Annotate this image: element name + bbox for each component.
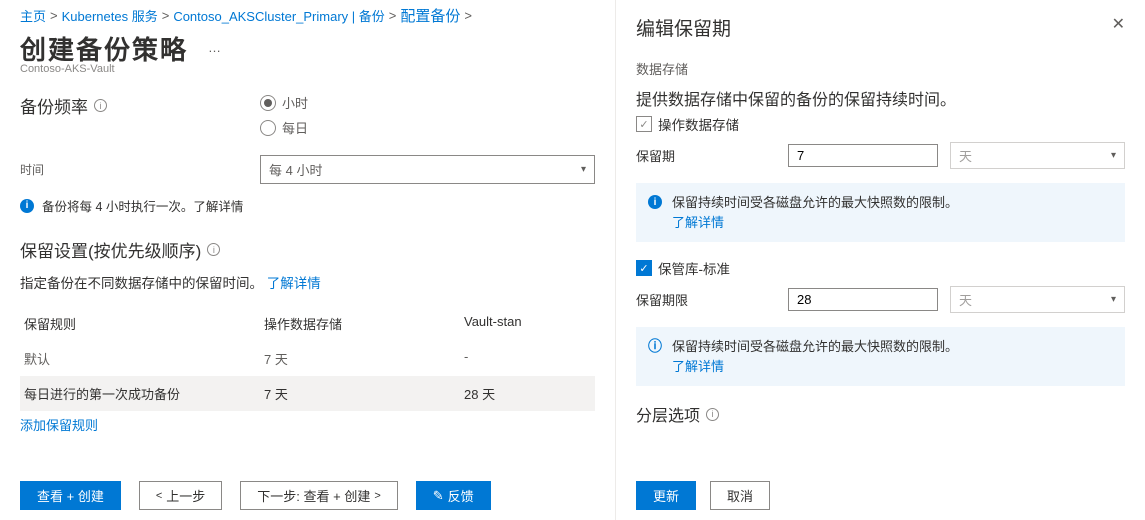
breadcrumb-k8s[interactable]: Kubernetes 服务 xyxy=(62,6,158,25)
blade-title: 编辑保留期 xyxy=(636,14,731,41)
breadcrumb-sep: > xyxy=(464,8,472,23)
breadcrumb-cluster[interactable]: Contoso_AKSCluster_Primary | 备份 xyxy=(173,6,384,25)
radio-hourly[interactable]: 小时 xyxy=(260,93,308,112)
time-label: 时间 xyxy=(20,161,260,178)
table-row[interactable]: 每日进行的第一次成功备份 7 天 28 天 xyxy=(20,376,595,411)
breadcrumb-sep: > xyxy=(389,8,397,23)
learn-more-link[interactable]: 了解详情 xyxy=(672,359,724,374)
breadcrumb: 主页 > Kubernetes 服务 > Contoso_AKSCluster_… xyxy=(20,5,595,26)
retention-value-input[interactable] xyxy=(788,144,938,167)
retention-label: 保留期 xyxy=(636,146,776,165)
chevron-down-icon: ▾ xyxy=(1111,294,1116,305)
tier-options-title: 分层选项 i xyxy=(636,402,1125,426)
info-box-1: i 保留持续时间受各磁盘允许的最大快照数的限制。 了解详情 xyxy=(636,183,1125,242)
retention-limit-input[interactable] xyxy=(788,288,938,311)
blade-desc: 提供数据存储中保留的备份的保留持续时间。 xyxy=(636,86,1125,110)
info-icon[interactable]: i xyxy=(706,408,719,421)
learn-more-link[interactable]: 了解详情 xyxy=(672,215,724,230)
chevron-right-icon: > xyxy=(374,490,380,502)
more-menu[interactable]: … xyxy=(208,40,221,55)
time-dropdown[interactable]: 每 4 小时 ▾ xyxy=(260,155,595,184)
info-icon: i xyxy=(648,195,662,209)
radio-icon xyxy=(260,120,276,136)
op-store-checkbox[interactable]: ✓ 操作数据存储 xyxy=(636,114,1125,134)
th-vault: Vault-stan xyxy=(464,314,604,333)
info-icon: i xyxy=(20,199,34,213)
checkbox-icon: ✓ xyxy=(636,116,652,132)
th-op: 操作数据存储 xyxy=(264,314,464,333)
page-title: 创建备份策略 xyxy=(20,30,188,67)
feedback-icon: ✎ xyxy=(433,488,444,504)
add-retention-rule[interactable]: 添加保留规则 xyxy=(20,415,98,434)
vault-std-checkbox[interactable]: ✓ 保管库-标准 xyxy=(636,258,1125,278)
close-icon[interactable]: ✕ xyxy=(1112,14,1125,34)
chevron-left-icon: < xyxy=(156,490,162,502)
blade-subtitle: 数据存储 xyxy=(636,59,1125,78)
retention-limit-label: 保留期限 xyxy=(636,290,776,309)
breadcrumb-home[interactable]: 主页 xyxy=(20,6,46,25)
prev-button[interactable]: < 上一步 xyxy=(139,481,222,510)
retention-title: 保留设置(按优先级顺序) i xyxy=(20,237,595,262)
blade-footer: 更新 取消 xyxy=(636,481,770,510)
table-header: 保留规则 操作数据存储 Vault-stan xyxy=(20,306,595,341)
info-icon: ⓘ xyxy=(648,339,662,353)
edit-retention-blade: 编辑保留期 ✕ 数据存储 提供数据存储中保留的备份的保留持续时间。 ✓ 操作数据… xyxy=(615,0,1145,520)
review-create-button[interactable]: 查看 + 创建 xyxy=(20,481,121,510)
info-icon[interactable]: i xyxy=(94,99,107,112)
feedback-button[interactable]: ✎ 反馈 xyxy=(416,481,491,510)
retention-unit-dropdown[interactable]: 天 ▾ xyxy=(950,142,1125,169)
cancel-button[interactable]: 取消 xyxy=(710,481,770,510)
breadcrumb-sep: > xyxy=(162,8,170,23)
info-icon[interactable]: i xyxy=(207,243,220,256)
info-box-2: ⓘ 保留持续时间受各磁盘允许的最大快照数的限制。 了解详情 xyxy=(636,327,1125,386)
chevron-down-icon: ▾ xyxy=(581,164,586,175)
frequency-info: i 备份将每 4 小时执行一次。了解详情 xyxy=(20,196,595,215)
learn-more-link[interactable]: 了解详情 xyxy=(267,276,321,291)
retention-desc: 指定备份在不同数据存储中的保留时间。 了解详情 xyxy=(20,272,595,292)
retention-limit-unit-dropdown[interactable]: 天 ▾ xyxy=(950,286,1125,313)
frequency-radio-group: 小时 每日 xyxy=(260,93,308,137)
chevron-down-icon: ▾ xyxy=(1111,150,1116,161)
radio-icon xyxy=(260,95,276,111)
breadcrumb-sep: > xyxy=(50,8,58,23)
breadcrumb-current: 配置备份 xyxy=(400,5,460,26)
th-rule: 保留规则 xyxy=(24,314,264,333)
update-button[interactable]: 更新 xyxy=(636,481,696,510)
retention-table: 保留规则 操作数据存储 Vault-stan 默认 7 天 - 每日进行的第一次… xyxy=(20,306,595,411)
radio-daily[interactable]: 每日 xyxy=(260,118,308,137)
footer: 查看 + 创建 < 上一步 下一步: 查看 + 创建 > ✎ 反馈 xyxy=(20,481,615,510)
next-button[interactable]: 下一步: 查看 + 创建 > xyxy=(240,481,397,510)
vault-subtitle: Contoso-AKS-Vault xyxy=(20,63,595,75)
checkbox-icon: ✓ xyxy=(636,260,652,276)
frequency-label: 备份频率 i xyxy=(20,93,260,118)
table-row[interactable]: 默认 7 天 - xyxy=(20,341,595,376)
